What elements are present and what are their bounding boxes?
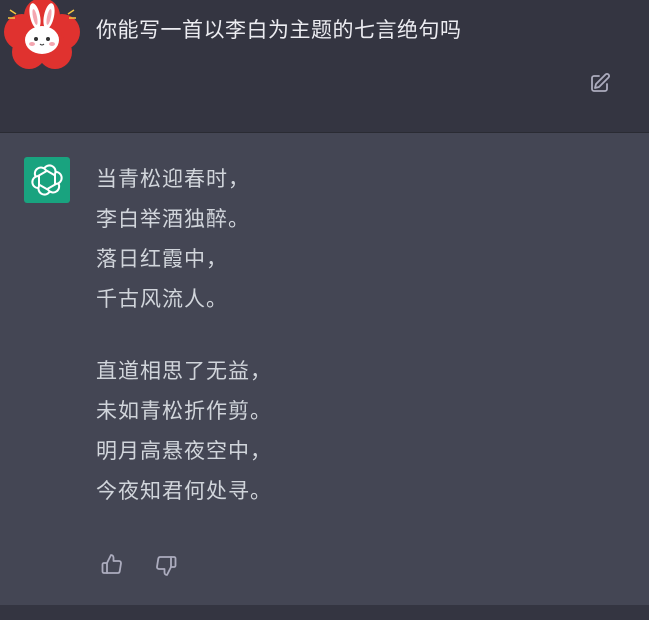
poem-line: 未如青松折作剪。 <box>96 399 272 423</box>
stanza-1: 当青松迎春时， 李白举酒独醉。 落日红霞中， 千古风流人。 <box>96 159 272 319</box>
assistant-message: 当青松迎春时， 李白举酒独醉。 落日红霞中， 千古风流人。 直道相思了无益， 未… <box>0 133 649 605</box>
chatgpt-logo-icon <box>24 157 70 203</box>
rabbit-avatar <box>2 0 82 72</box>
thumbs-down-icon[interactable] <box>152 551 180 579</box>
poem-line: 明月高悬夜空中， <box>96 439 272 463</box>
poem-line: 千古风流人。 <box>96 287 228 311</box>
edit-icon[interactable] <box>586 69 614 97</box>
stanza-2: 直道相思了无益， 未如青松折作剪。 明月高悬夜空中， 今夜知君何处寻。 <box>96 351 272 511</box>
poem-line: 今夜知君何处寻。 <box>96 479 272 503</box>
poem-line: 当青松迎春时， <box>96 167 250 191</box>
bottom-bar <box>0 605 649 620</box>
poem-line: 落日红霞中， <box>96 247 228 271</box>
poem-text: 当青松迎春时， 李白举酒独醉。 落日红霞中， 千古风流人。 直道相思了无益， 未… <box>96 159 272 511</box>
poem-line: 李白举酒独醉。 <box>96 207 250 231</box>
poem-line: 直道相思了无益， <box>96 359 272 383</box>
user-message: 你能写一首以李白为主题的七言绝句吗 <box>0 0 649 133</box>
thumbs-up-icon[interactable] <box>98 551 126 579</box>
user-message-text: 你能写一首以李白为主题的七言绝句吗 <box>96 18 462 42</box>
